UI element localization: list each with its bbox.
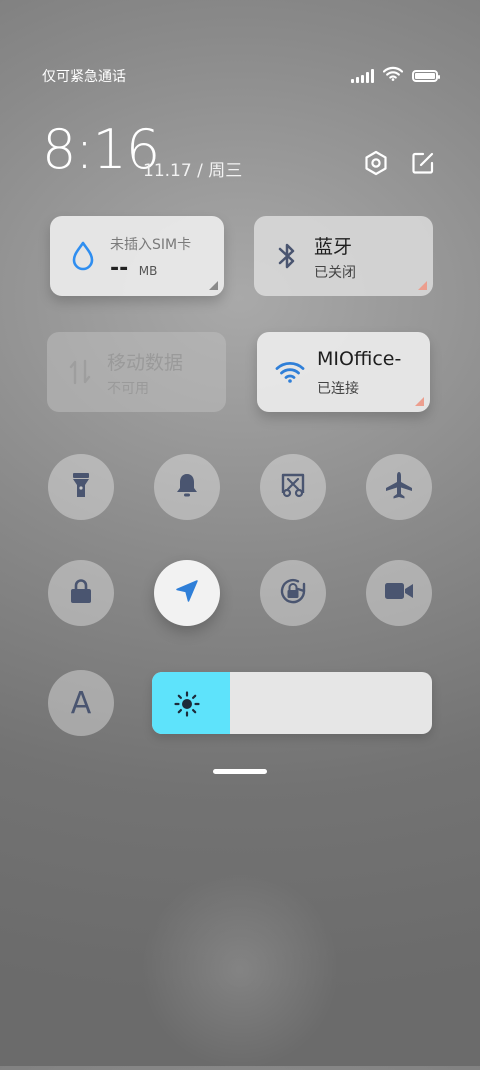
data-usage-title: 未插入SIM卡 — [110, 237, 192, 253]
bell-icon — [174, 471, 200, 503]
data-transfer-icon — [65, 356, 95, 388]
reading-mode-toggle[interactable]: A — [48, 670, 114, 736]
bluetooth-status: 已关闭 — [314, 265, 356, 281]
background-glow — [140, 870, 340, 1070]
wifi-status: 已连接 — [317, 381, 359, 397]
battery-icon — [412, 69, 440, 82]
tile-expand-corner — [418, 281, 427, 290]
sun-icon — [174, 691, 200, 721]
data-usage-value: -- — [110, 256, 129, 281]
wifi-network-name: MIOffice- — [317, 348, 402, 370]
mute-toggle[interactable] — [154, 454, 220, 520]
screen-recorder-toggle[interactable] — [366, 560, 432, 626]
airplane-icon — [384, 470, 414, 504]
wifi-tile[interactable]: MIOffice- 已连接 — [257, 332, 430, 412]
video-camera-icon — [383, 579, 415, 607]
signal-icon — [351, 68, 374, 83]
location-toggle[interactable] — [154, 560, 220, 626]
tile-expand-corner — [415, 397, 424, 406]
mobile-data-tile: 移动数据 不可用 — [47, 332, 226, 412]
bluetooth-icon — [272, 240, 302, 272]
clock: 8:16 — [42, 118, 160, 181]
screenshot-toggle[interactable] — [260, 454, 326, 520]
airplane-mode-toggle[interactable] — [366, 454, 432, 520]
settings-icon[interactable] — [361, 148, 391, 178]
carrier-status: 仅可紧急通话 — [42, 69, 126, 85]
date: 11.17 / 周三 — [143, 161, 243, 181]
location-icon — [174, 578, 200, 608]
tile-expand-corner — [209, 281, 218, 290]
bluetooth-title: 蓝牙 — [314, 236, 353, 258]
collapse-handle[interactable] — [213, 769, 267, 774]
edit-icon[interactable] — [408, 148, 438, 178]
bluetooth-tile[interactable]: 蓝牙 已关闭 — [254, 216, 433, 296]
brightness-slider[interactable] — [152, 672, 432, 734]
mobile-data-status: 不可用 — [107, 381, 149, 397]
wifi-icon — [275, 356, 305, 388]
rotation-lock-icon — [277, 575, 309, 611]
flashlight-toggle[interactable] — [48, 454, 114, 520]
status-icons — [351, 66, 440, 85]
lock-icon — [68, 577, 94, 609]
water-drop-icon — [68, 240, 98, 272]
status-bar: 仅可紧急通话 — [0, 0, 480, 100]
lock-screen-toggle[interactable] — [48, 560, 114, 626]
rotation-lock-toggle[interactable] — [260, 560, 326, 626]
mobile-data-title: 移动数据 — [107, 352, 184, 374]
data-usage-tile[interactable]: 未插入SIM卡 -- MB — [50, 216, 224, 296]
data-usage-value-row: -- MB — [110, 256, 157, 281]
wifi-status-icon — [382, 66, 404, 85]
reading-mode-label: A — [70, 685, 92, 721]
data-usage-unit: MB — [138, 264, 158, 278]
screenshot-icon — [279, 471, 307, 503]
flashlight-icon — [70, 471, 92, 503]
